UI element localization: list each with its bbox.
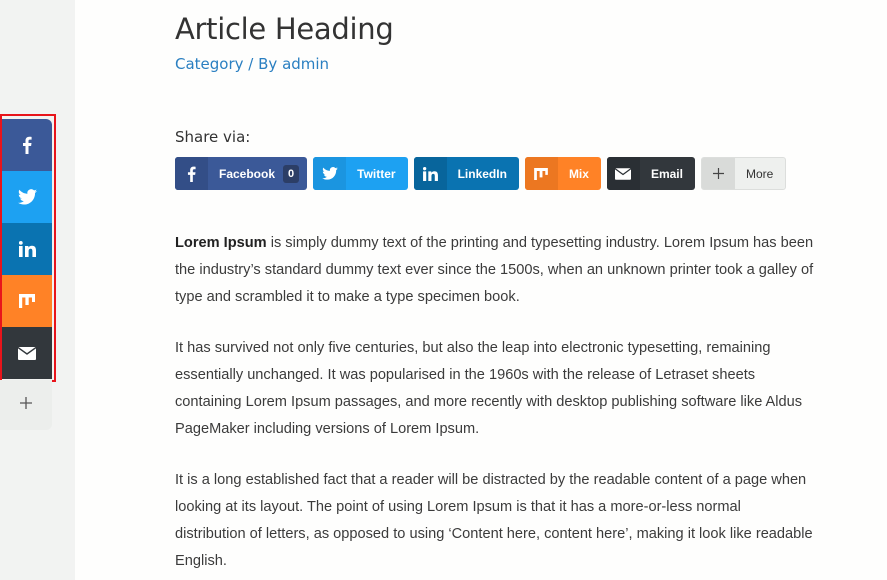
plus-icon [20, 396, 32, 414]
floating-share-bar [2, 119, 52, 379]
floating-facebook-button[interactable] [2, 119, 52, 171]
paragraph-1-text: is simply dummy text of the printing and… [175, 235, 814, 305]
more-label: More [745, 166, 774, 181]
linkedin-icon [413, 157, 447, 190]
page-title: Article Heading [175, 12, 394, 46]
more-share-button[interactable]: More [700, 157, 787, 190]
email-icon [606, 157, 640, 190]
paragraph-1: Lorem Ipsum is simply dummy text of the … [175, 230, 815, 311]
meta-separator: / By [243, 55, 283, 73]
floating-email-button[interactable] [2, 327, 52, 379]
floating-linkedin-button[interactable] [2, 223, 52, 275]
mix-label: Mix [568, 166, 589, 181]
mix-share-button[interactable]: Mix [524, 157, 601, 190]
paragraph-1-bold: Lorem Ipsum [175, 235, 267, 251]
mix-icon [524, 157, 558, 190]
share-buttons: Facebook 0 Twitter LinkedIn Mix Email Mo… [175, 157, 792, 190]
linkedin-share-button[interactable]: LinkedIn [413, 157, 519, 190]
facebook-share-button[interactable]: Facebook 0 [175, 157, 308, 190]
mix-icon [19, 294, 35, 308]
facebook-icon [22, 136, 32, 154]
facebook-icon [175, 157, 208, 190]
email-label: Email [650, 166, 683, 181]
author-link[interactable]: admin [282, 55, 329, 73]
share-label: Share via: [175, 128, 251, 146]
category-link[interactable]: Category [175, 55, 244, 73]
email-icon [18, 346, 36, 360]
floating-twitter-button[interactable] [2, 171, 52, 223]
paragraph-2: It has survived not only five centuries,… [175, 340, 803, 437]
twitter-label: Twitter [357, 166, 396, 181]
email-share-button[interactable]: Email [606, 157, 695, 190]
facebook-label: Facebook [219, 166, 276, 181]
paragraph-3: It is a long established fact that a rea… [175, 472, 813, 569]
twitter-share-button[interactable]: Twitter [313, 157, 408, 190]
twitter-icon [17, 189, 37, 205]
floating-mix-button[interactable] [2, 275, 52, 327]
share-count-badge: 0 [283, 164, 300, 183]
linkedin-label: LinkedIn [457, 166, 507, 181]
linkedin-icon [18, 241, 36, 257]
floating-more-button[interactable] [0, 380, 52, 430]
post-meta: Category / By admin [175, 55, 329, 73]
twitter-icon [313, 157, 347, 190]
plus-icon [701, 158, 735, 189]
